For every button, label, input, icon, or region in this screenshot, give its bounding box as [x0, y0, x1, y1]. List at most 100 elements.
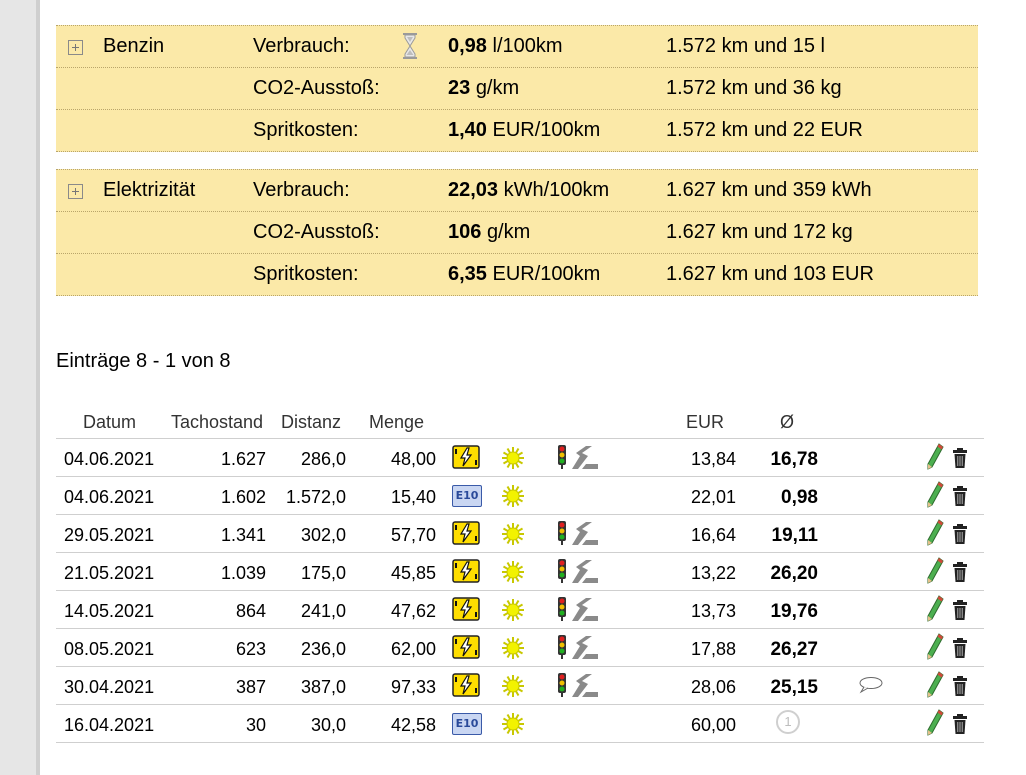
cell-date: 14.05.2021	[64, 601, 155, 621]
table-row[interactable]: 14.05.2021 864 241,0 47,62 13,73 19,76	[56, 591, 984, 629]
lightning-icon	[452, 673, 480, 702]
pencil-icon[interactable]	[926, 443, 944, 476]
summary-unit: g/km	[486, 221, 531, 243]
summary-value: 23 g/km	[448, 77, 519, 100]
first-entry-badge: 1	[776, 710, 800, 734]
cell-odometer: 387	[235, 677, 266, 697]
cell-odometer: 623	[235, 639, 266, 659]
summary-total: 1.627 km und 172 kg	[666, 221, 853, 243]
summary-unit: EUR/100km	[492, 263, 601, 285]
table-row[interactable]: 30.04.2021 387 387,0 97,33 28,06 25,15	[56, 667, 984, 705]
sun-icon	[501, 484, 525, 513]
fuel-name: Elektrizität	[103, 179, 196, 201]
summary-number: 6,35	[448, 263, 487, 285]
cell-odometer: 30	[245, 715, 266, 735]
cell-average: 19,76	[770, 601, 818, 622]
lightning-icon	[452, 635, 480, 664]
summary-number: 22,03	[448, 179, 499, 201]
table-row[interactable]: 08.05.2021 623 236,0 62,00 17,88 26,27	[56, 629, 984, 667]
table-row[interactable]: 04.06.2021 1.627 286,0 48,00 13,84 16,78	[56, 439, 984, 477]
cell-eur: 13,73	[690, 601, 736, 621]
table-row[interactable]: 16.04.2021 30 30,0 42,58 E10 60,00 1	[56, 705, 984, 743]
cell-eur: 22,01	[690, 487, 736, 507]
col-header-date[interactable]: Datum	[83, 412, 136, 433]
col-header-average[interactable]: Ø	[780, 412, 794, 433]
table-header: Datum Tachostand Distanz Menge EUR Ø	[56, 410, 984, 439]
col-header-amount[interactable]: Menge	[369, 412, 424, 433]
summary-value: 106 g/km	[448, 221, 530, 244]
cell-odometer: 1.341	[220, 525, 266, 545]
summary-row: CO2-Ausstoß: 106 g/km 1.627 km und 172 kg	[56, 212, 978, 254]
cell-average: 25,15	[770, 677, 818, 698]
cell-amount: 62,00	[390, 639, 436, 659]
summary-row: Elektrizität Verbrauch: 22,03 kWh/100km 1.6…	[56, 169, 978, 212]
hourglass-icon	[402, 33, 418, 59]
cell-eur: 13,84	[690, 449, 736, 469]
cell-distance: 241,0	[300, 601, 346, 621]
cell-amount: 45,85	[390, 563, 436, 583]
summary-number: 106	[448, 221, 482, 243]
summary-label: Verbrauch:	[253, 35, 350, 57]
sun-icon	[501, 674, 525, 703]
cell-amount: 42,58	[390, 715, 436, 735]
summary-row: Spritkosten: 1,40 EUR/100km 1.572 km und 2…	[56, 110, 978, 152]
e10-fuel-icon: E10	[452, 711, 482, 735]
cell-distance: 1.572,0	[285, 487, 346, 507]
plus-box-icon[interactable]	[68, 38, 83, 61]
sun-icon	[501, 712, 525, 741]
cell-odometer: 1.602	[220, 487, 266, 507]
summary-total: 1.627 km und 359 kWh	[666, 179, 872, 201]
summary-value: 0,98 l/100km	[448, 35, 563, 58]
fuel-name: Benzin	[103, 35, 165, 57]
trash-icon[interactable]	[952, 523, 968, 550]
trash-icon[interactable]	[952, 637, 968, 664]
traffic-light-road-icon	[556, 672, 600, 703]
traffic-light-road-icon	[556, 520, 600, 551]
summary-unit: g/km	[475, 77, 520, 99]
table-row[interactable]: 04.06.2021 1.602 1.572,0 15,40 E10 22,01 0,98	[56, 477, 984, 515]
pencil-icon[interactable]	[926, 481, 944, 514]
trash-icon[interactable]	[952, 561, 968, 588]
summary-value: 1,40 EUR/100km	[448, 119, 600, 142]
table-row[interactable]: 29.05.2021 1.341 302,0 57,70 16,64 19,11	[56, 515, 984, 553]
cell-distance: 286,0	[300, 449, 346, 469]
pencil-icon[interactable]	[926, 709, 944, 742]
cell-average: 26,20	[770, 563, 818, 584]
lightning-icon	[452, 597, 480, 626]
plus-box-icon[interactable]	[68, 182, 83, 205]
cell-distance: 302,0	[300, 525, 346, 545]
summary-total: 1.572 km und 22 EUR	[666, 119, 863, 141]
pencil-icon[interactable]	[926, 595, 944, 628]
summary-unit: kWh/100km	[503, 179, 610, 201]
cell-amount: 57,70	[390, 525, 436, 545]
pencil-icon[interactable]	[926, 557, 944, 590]
traffic-light-road-icon	[556, 596, 600, 627]
sun-icon	[501, 598, 525, 627]
col-header-odometer[interactable]: Tachostand	[171, 412, 263, 433]
cell-average: 19,11	[771, 525, 819, 546]
trash-icon[interactable]	[952, 485, 968, 512]
trash-icon[interactable]	[952, 713, 968, 740]
trash-icon[interactable]	[952, 599, 968, 626]
pencil-icon[interactable]	[926, 519, 944, 552]
pencil-icon[interactable]	[926, 671, 944, 704]
summary-unit: l/100km	[492, 35, 563, 57]
pencil-icon[interactable]	[926, 633, 944, 666]
col-header-distance[interactable]: Distanz	[281, 412, 341, 433]
col-header-eur[interactable]: EUR	[686, 412, 724, 433]
summary-row: Benzin Verbrauch: 0,98 l/100km 1.572 km und…	[56, 25, 978, 68]
cell-amount: 48,00	[390, 449, 436, 469]
speech-bubble-icon[interactable]	[858, 676, 884, 699]
trash-icon[interactable]	[952, 675, 968, 702]
summary-label: Spritkosten:	[253, 119, 359, 141]
table-row[interactable]: 21.05.2021 1.039 175,0 45,85 13,22 26,20	[56, 553, 984, 591]
summary-value: 22,03 kWh/100km	[448, 179, 609, 202]
cell-odometer: 864	[235, 601, 266, 621]
traffic-light-road-icon	[556, 558, 600, 589]
summary-total: 1.627 km und 103 EUR	[666, 263, 874, 285]
cell-distance: 175,0	[300, 563, 346, 583]
cell-average: 16,78	[770, 449, 818, 470]
trash-icon[interactable]	[952, 447, 968, 474]
summary-label: Spritkosten:	[253, 263, 359, 285]
table-body: 04.06.2021 1.627 286,0 48,00 13,84 16,78 04.06…	[56, 439, 984, 743]
